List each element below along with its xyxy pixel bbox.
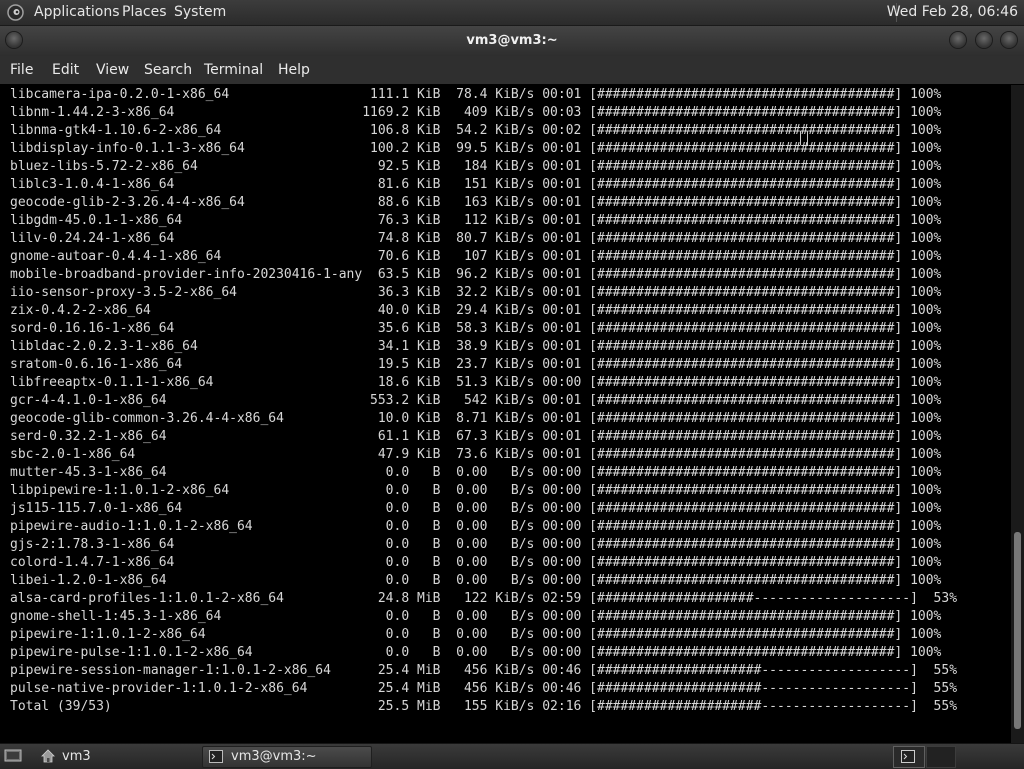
terminal-line: mutter-45.3-1-x86_64 0.0 B 0.00 B/s 00:0… [10,465,942,480]
terminal-menubar: File Edit View Search Terminal Help [0,56,1024,84]
terminal-line: pipewire-audio-1:1.0.1-2-x86_64 0.0 B 0.… [10,519,942,534]
bottom-panel: vm3 vm3@vm3:~ [0,743,1024,769]
terminal-line: sbc-2.0-1-x86_64 47.9 KiB 73.6 KiB/s 00:… [10,447,942,462]
terminal-line: Total (39/53) 25.5 MiB 155 KiB/s 02:16 [… [10,699,958,714]
terminal-line: libldac-2.0.2.3-1-x86_64 34.1 KiB 38.9 K… [10,339,942,354]
terminal-line: colord-1.4.7-1-x86_64 0.0 B 0.00 B/s 00:… [10,555,942,570]
taskbar-terminal-button[interactable]: vm3@vm3:~ [202,746,372,768]
minimize-button[interactable] [950,32,966,48]
maximize-button[interactable] [976,32,992,48]
menu-terminal[interactable]: Terminal [204,62,263,78]
applications-menu[interactable]: Applications [34,4,120,20]
system-menu[interactable]: System [174,4,226,20]
terminal-line: zix-0.4.2-2-x86_64 40.0 KiB 29.4 KiB/s 0… [10,303,942,318]
top-panel: Applications Places System Wed Feb 28, 0… [0,0,1024,26]
terminal-line: sord-0.16.16-1-x86_64 35.6 KiB 58.3 KiB/… [10,321,942,336]
terminal-line: libpipewire-1:1.0.1-2-x86_64 0.0 B 0.00 … [10,483,942,498]
terminal-line: pulse-native-provider-1:1.0.1-2-x86_64 2… [10,681,958,696]
terminal-line: libnm-1.44.2-3-x86_64 1169.2 KiB 409 KiB… [10,105,942,120]
terminal-line: pipewire-session-manager-1:1.0.1-2-x86_6… [10,663,958,678]
terminal-line: iio-sensor-proxy-3.5-2-x86_64 36.3 KiB 3… [10,285,942,300]
terminal-line: gnome-autoar-0.4.4-1-x86_64 70.6 KiB 107… [10,249,942,264]
home-folder-icon[interactable] [40,749,56,763]
terminal-line: js115-115.7.0-1-x86_64 0.0 B 0.00 B/s 00… [10,501,942,516]
terminal-scrollbar[interactable] [1011,85,1024,743]
terminal-line: gnome-shell-1:45.3-1-x86_64 0.0 B 0.00 B… [10,609,942,624]
terminal-line: serd-0.32.2-1-x86_64 61.1 KiB 67.3 KiB/s… [10,429,942,444]
show-desktop-icon[interactable] [4,748,22,764]
close-button[interactable] [1001,32,1017,48]
gentoo-logo-icon[interactable] [7,4,24,21]
menu-view[interactable]: View [96,62,129,78]
terminal-icon [209,750,223,763]
clock[interactable]: Wed Feb 28, 06:46 [887,4,1018,20]
places-menu[interactable]: Places [122,4,167,20]
terminal-line: alsa-card-profiles-1:1.0.1-2-x86_64 24.8… [10,591,958,606]
window-titlebar[interactable]: vm3@vm3:~ [0,26,1024,56]
terminal-icon [901,750,915,763]
taskbar-terminal-label: vm3@vm3:~ [231,749,317,764]
terminal-line: gjs-2:1.78.3-1-x86_64 0.0 B 0.00 B/s 00:… [10,537,942,552]
menu-search[interactable]: Search [144,62,192,78]
terminal-line: libcamera-ipa-0.2.0-1-x86_64 111.1 KiB 7… [10,87,942,102]
text-cursor-icon [800,131,808,145]
menu-help[interactable]: Help [278,62,310,78]
terminal-line: geocode-glib-common-3.26.4-4-x86_64 10.0… [10,411,942,426]
terminal-line: gcr-4-4.1.0-1-x86_64 553.2 KiB 542 KiB/s… [10,393,942,408]
terminal-line: libnma-gtk4-1.10.6-2-x86_64 106.8 KiB 54… [10,123,942,138]
terminal-line: libgdm-45.0.1-1-x86_64 76.3 KiB 112 KiB/… [10,213,942,228]
window-title: vm3@vm3:~ [466,33,558,48]
terminal-line: lilv-0.24.24-1-x86_64 74.8 KiB 80.7 KiB/… [10,231,942,246]
terminal-line: mobile-broadband-provider-info-20230416-… [10,267,942,282]
terminal-output[interactable]: libcamera-ipa-0.2.0-1-x86_64 111.1 KiB 7… [0,85,1011,743]
terminal-line: liblc3-1.0.4-1-x86_64 81.6 KiB 151 KiB/s… [10,177,942,192]
menu-file[interactable]: File [10,62,33,78]
terminal-line: geocode-glib-2-3.26.4-4-x86_64 88.6 KiB … [10,195,942,210]
workspace-2[interactable] [926,746,956,768]
workspace-switcher[interactable] [893,746,925,768]
terminal-line: libdisplay-info-0.1.1-3-x86_64 100.2 KiB… [10,141,942,156]
terminal-line: pipewire-1:1.0.1-2-x86_64 0.0 B 0.00 B/s… [10,627,942,642]
task-vm3[interactable]: vm3 [62,749,91,764]
terminal-line: libfreeaptx-0.1.1-1-x86_64 18.6 KiB 51.3… [10,375,942,390]
terminal-line: libei-1.2.0-1-x86_64 0.0 B 0.00 B/s 00:0… [10,573,942,588]
menu-edit[interactable]: Edit [52,62,79,78]
terminal-line: pipewire-pulse-1:1.0.1-2-x86_64 0.0 B 0.… [10,645,942,660]
terminal-lines: libcamera-ipa-0.2.0-1-x86_64 111.1 KiB 7… [10,86,957,716]
terminal-line: sratom-0.6.16-1-x86_64 19.5 KiB 23.7 KiB… [10,357,942,372]
scrollbar-thumb[interactable] [1014,532,1021,729]
terminal-line: bluez-libs-5.72-2-x86_64 92.5 KiB 184 Ki… [10,159,942,174]
